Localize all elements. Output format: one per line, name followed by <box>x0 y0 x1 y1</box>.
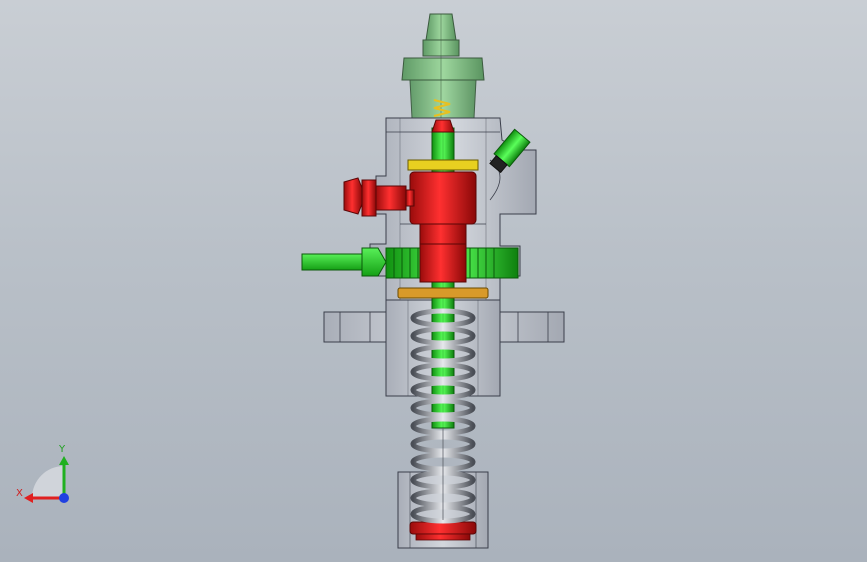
y-axis-label: Y <box>58 444 66 455</box>
x-axis-arrowhead <box>24 493 33 503</box>
pump-assembly-model[interactable] <box>0 0 867 562</box>
control-rack[interactable] <box>301 243 519 283</box>
triad-plane <box>32 466 64 498</box>
y-axis-arrowhead <box>59 456 69 465</box>
inlet-fitting[interactable] <box>401 13 485 119</box>
spring-washer[interactable] <box>397 287 489 299</box>
seal-ring[interactable] <box>407 159 479 171</box>
cad-viewport[interactable]: Y X <box>0 0 867 562</box>
coordinate-triad: Y X <box>16 444 69 503</box>
z-axis-dot <box>59 493 69 503</box>
x-axis-label: X <box>16 488 23 499</box>
